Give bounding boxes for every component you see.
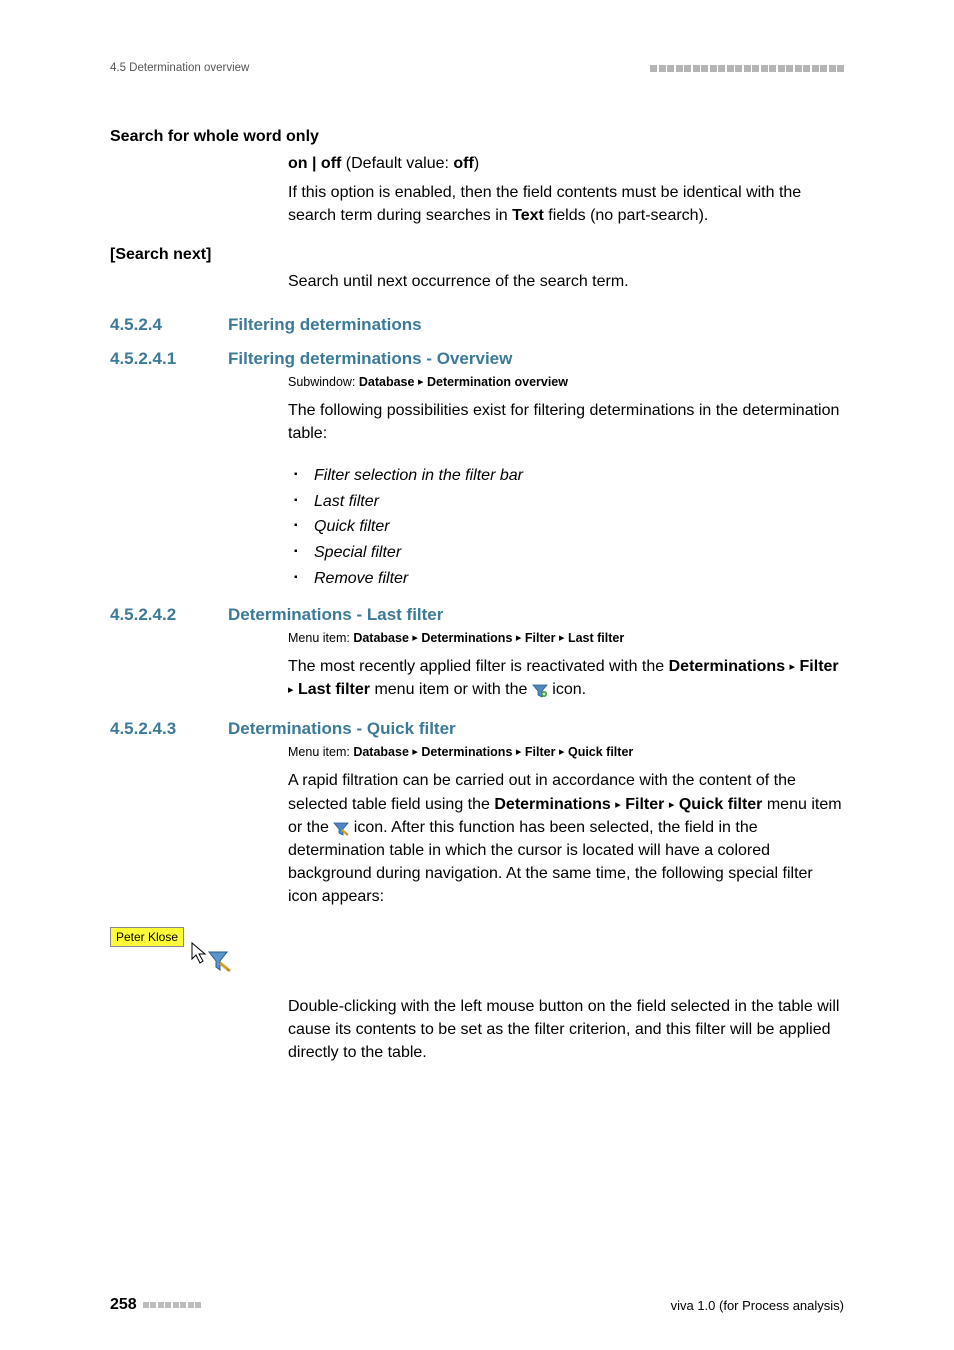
footer-decoration [143,1302,202,1308]
section-title: Determinations - Quick filter [228,719,456,739]
filter-list: Filter selection in the filter bar Last … [288,463,844,591]
product-name: viva 1.0 (for Process analysis) [671,1298,844,1313]
section-title: Filtering determinations - Overview [228,349,512,369]
list-item: Quick filter [288,514,844,540]
last-filter-icon [532,682,548,696]
menu-path: Menu item: Database ▸ Determinations ▸ F… [288,745,844,759]
option-description: Search until next occurrence of the sear… [288,270,844,293]
page-footer: 258 viva 1.0 (for Process analysis) [110,1296,844,1314]
list-item: Last filter [288,489,844,515]
option-description: If this option is enabled, then the fiel… [288,181,844,227]
quick-filter-illustration: Peter Klose [110,927,240,973]
section-title: Determinations - Last filter [228,605,443,625]
subwindow-path: Subwindow: Database ▸ Determination over… [288,375,844,389]
option-title-whole-word: Search for whole word only [110,128,844,146]
page-number: 258 [110,1296,137,1314]
section-reference: 4.5 Determination overview [110,62,249,74]
section-number: 4.5.2.4.1 [110,349,228,369]
running-header: 4.5 Determination overview [110,62,844,74]
list-item: Special filter [288,540,844,566]
section-number: 4.5.2.4 [110,315,228,335]
section-body: A rapid filtration can be carried out in… [288,769,844,908]
cursor-with-funnel-icon [190,941,236,980]
section-body: Double-clicking with the left mouse butt… [288,995,844,1065]
section-body: The most recently applied filter is reac… [288,655,844,701]
section-number: 4.5.2.4.3 [110,719,228,739]
header-decoration [650,65,844,72]
highlighted-cell: Peter Klose [110,927,184,947]
section-number: 4.5.2.4.2 [110,605,228,625]
option-title-search-next: [Search next] [110,246,844,264]
quick-filter-icon [333,820,349,834]
option-value-line: on | off (Default value: off) [288,152,844,175]
section-intro: The following possibilities exist for fi… [288,399,844,445]
section-title: Filtering determinations [228,315,422,335]
list-item: Remove filter [288,566,844,592]
list-item: Filter selection in the filter bar [288,463,844,489]
menu-path: Menu item: Database ▸ Determinations ▸ F… [288,631,844,645]
option-values: on | off [288,155,341,172]
